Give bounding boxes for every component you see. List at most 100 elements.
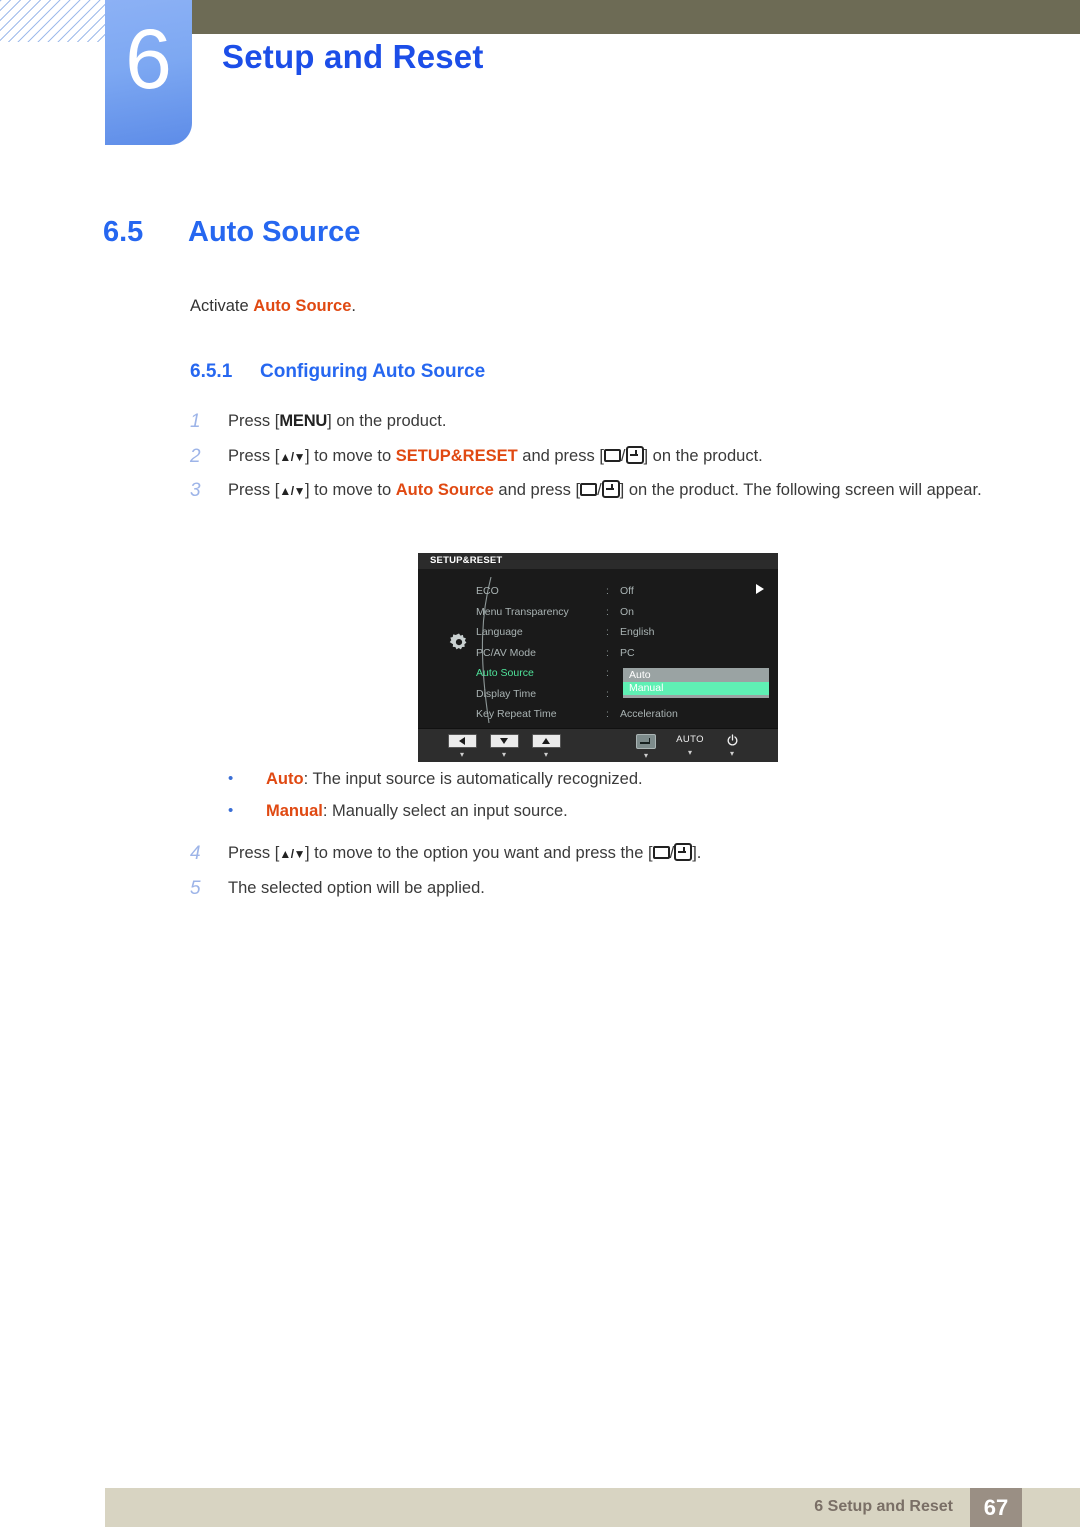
subsection-title: Configuring Auto Source — [260, 361, 486, 382]
step-number: 5 — [190, 877, 201, 899]
osd-row-list: ECO: Off Menu Transparency: On Language: Engl… — [476, 581, 776, 725]
osd-row-colon: : — [606, 646, 609, 659]
key-label: MENU — [279, 412, 328, 430]
bullet-body: Manual: Manually select an input source. — [266, 802, 568, 821]
step-text-run: ] on the product. — [643, 446, 763, 465]
gear-icon — [449, 633, 467, 650]
osd-row-label: Display Time — [476, 687, 537, 700]
step-body: Press [▲/▼] to move to SETUP&RESET and p… — [228, 444, 1020, 470]
osd-up-button[interactable]: ▾ — [530, 734, 562, 759]
osd-button-caret: ▾ — [643, 751, 648, 760]
step-text-run: ] on the product. — [327, 412, 447, 430]
step-number: 2 — [190, 445, 201, 467]
enter-key-icon — [601, 480, 620, 499]
chevron-right-icon — [756, 584, 764, 594]
enter-key-icon — [625, 445, 644, 464]
step-number: 4 — [190, 843, 201, 864]
menu-term: SETUP&RESET — [395, 446, 518, 465]
osd-row-label: Menu Transparency — [476, 605, 569, 618]
step-body: Press [▲/▼] to move to the option you wa… — [228, 841, 1020, 867]
enter-key-icon — [636, 734, 656, 749]
chapter-number-badge: 6 — [105, 0, 192, 145]
osd-menu-row[interactable]: Key Repeat Time: Acceleration — [476, 704, 776, 725]
intro-before: Activate — [190, 297, 254, 315]
osd-menu-row[interactable]: Menu Transparency: On — [476, 602, 776, 623]
corner-hatch-decoration — [0, 0, 108, 42]
arrow-glyph — [459, 737, 465, 745]
osd-body: ECO: Off Menu Transparency: On Language: Engl… — [418, 569, 778, 728]
section-number: 6.5 — [103, 216, 144, 248]
updown-arrow-icon: ▲/▼ — [279, 484, 305, 499]
osd-row-value: PC — [620, 646, 635, 659]
bullet-description: : The input source is automatically reco… — [303, 770, 643, 788]
osd-menu-row[interactable]: PC/AV Mode: PC — [476, 643, 776, 664]
osd-auto-button[interactable]: AUTO ▾ — [674, 734, 706, 757]
osd-button-caret: ▾ — [459, 750, 464, 759]
osd-row-label: ECO — [476, 585, 499, 598]
source-box-icon — [652, 846, 670, 859]
bullet-dot-icon: • — [228, 770, 234, 787]
osd-row-colon: : — [606, 667, 609, 680]
step-text-run: / — [620, 446, 626, 465]
step-number: 3 — [190, 480, 201, 502]
list-item: • Auto: The input source is automatically… — [228, 770, 928, 789]
osd-row-value: English — [620, 626, 655, 639]
osd-row-colon: : — [606, 687, 609, 700]
step-text-run: Press [ — [228, 446, 280, 465]
osd-button-caret: ▾ — [729, 749, 734, 758]
step-text-run: The selected option will be applied. — [228, 878, 485, 897]
osd-button-caret: ▾ — [501, 750, 506, 759]
footer-page-number: 67 — [970, 1488, 1022, 1527]
power-icon — [727, 734, 737, 746]
bullet-term: Auto — [266, 770, 304, 788]
step-body: Press [MENU] on the product. — [228, 409, 1020, 435]
bullet-description: : Manually select an input source. — [322, 802, 568, 820]
osd-enter-button[interactable]: ▾ — [630, 734, 662, 760]
section-title: Auto Source — [188, 216, 361, 248]
osd-row-label: PC/AV Mode — [476, 646, 536, 659]
instruction-list-primary: 1 Press [MENU] on the product. 2 Press [▲/▼… — [190, 409, 1020, 513]
instruction-step: 3 Press [▲/▼] to move to Auto Source and … — [190, 478, 1020, 504]
osd-row-value: On — [620, 605, 635, 618]
enter-key-icon — [674, 843, 693, 861]
osd-menu-screenshot: SETUP&RESET ECO: Off Menu Transparency: On L… — [418, 553, 778, 762]
option-description-list: • Auto: The input source is automatically… — [228, 770, 928, 834]
step-text-run: and press [ — [517, 446, 604, 465]
osd-row-label: Auto Source — [476, 667, 534, 680]
osd-menu-row[interactable]: Language: English — [476, 622, 776, 643]
source-box-icon — [580, 483, 598, 497]
step-text-run: ]. — [692, 844, 702, 862]
step-body: The selected option will be applied. — [228, 876, 1020, 902]
auto-source-dropdown[interactable]: Auto Manual — [623, 668, 769, 698]
osd-row-label: Language — [476, 626, 523, 639]
step-text-run: Press [ — [228, 844, 280, 862]
instruction-step: 4 Press [▲/▼] to move to the option you w… — [190, 841, 1020, 867]
osd-button-caret: ▾ — [687, 748, 692, 757]
osd-row-value: Off — [620, 585, 634, 598]
instruction-list-secondary: 4 Press [▲/▼] to move to the option you w… — [190, 841, 1020, 910]
intro-highlight: Auto Source — [253, 297, 352, 315]
step-text-run: Press [ — [228, 412, 280, 430]
bullet-body: Auto: The input source is automatically … — [266, 770, 643, 789]
instruction-step: 2 Press [▲/▼] to move to SETUP&RESET and … — [190, 444, 1020, 470]
chapter-title: Setup and Reset — [222, 38, 484, 75]
intro-after: . — [351, 297, 356, 315]
list-item: • Manual: Manually select an input source… — [228, 802, 928, 821]
step-text-run: Press [ — [228, 481, 280, 500]
osd-row-value: Acceleration — [620, 708, 678, 721]
dropdown-option[interactable]: Auto — [623, 669, 769, 682]
subsection-heading: 6.5.1 Configuring Auto Source — [190, 361, 485, 383]
osd-row-colon: : — [606, 605, 609, 618]
step-text-run: ] on the product. The following screen w… — [619, 481, 982, 500]
step-text-run: ] to move to — [304, 446, 396, 465]
chapter-band — [192, 0, 1080, 34]
updown-arrow-icon: ▲/▼ — [279, 449, 305, 464]
source-box-icon — [603, 448, 621, 462]
arrow-glyph — [500, 738, 508, 744]
dropdown-option[interactable]: Manual — [623, 682, 769, 695]
osd-power-button[interactable]: ▾ — [716, 734, 748, 758]
osd-left-button[interactable]: ▾ — [446, 734, 478, 759]
osd-down-button[interactable]: ▾ — [488, 734, 520, 759]
subsection-number: 6.5.1 — [190, 361, 233, 382]
osd-menu-row[interactable]: ECO: Off — [476, 581, 776, 602]
